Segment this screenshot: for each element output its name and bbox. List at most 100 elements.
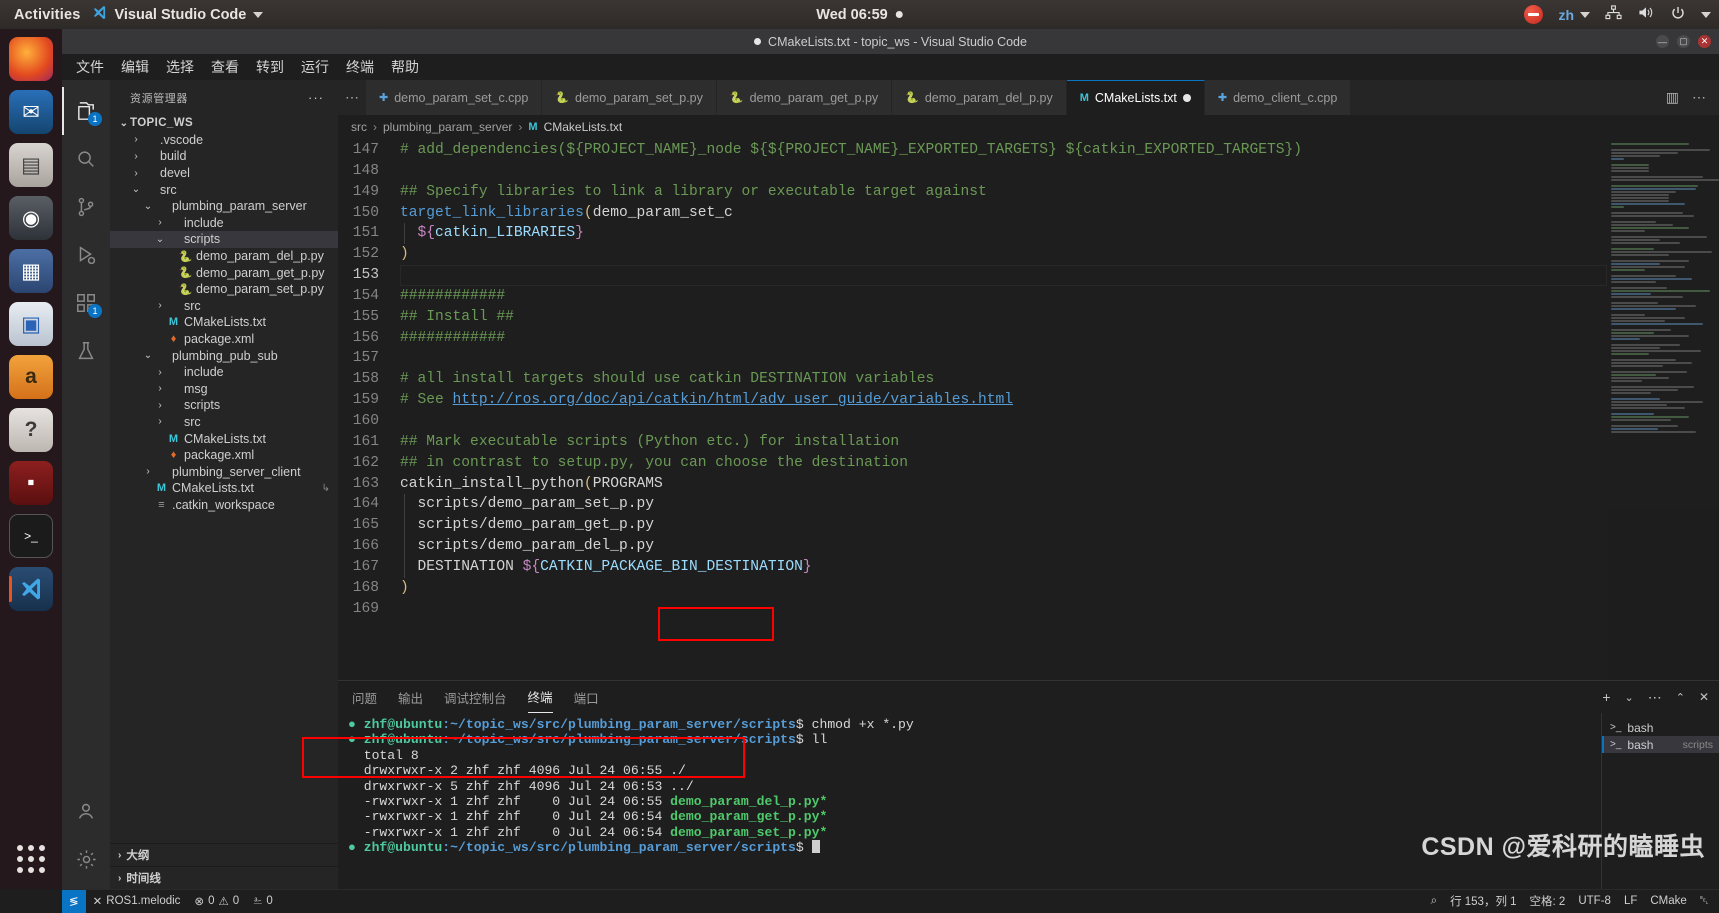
file-tree[interactable]: ⌄ TOPIC_WS › .vscode › build › devel ⌄ src ⌄ plum… <box>110 115 338 843</box>
new-terminal-icon[interactable]: + <box>1602 689 1610 705</box>
menu-file[interactable]: 文件 <box>76 57 104 77</box>
activity-manage-settings[interactable] <box>62 835 110 883</box>
dock-item-terminal[interactable]: >_ <box>9 514 53 558</box>
code-line[interactable]: 168) <box>338 578 1607 599</box>
power-icon[interactable] <box>1670 5 1686 25</box>
code-line[interactable]: 167 DESTINATION ${CATKIN_PACKAGE_BIN_DES… <box>338 557 1607 578</box>
activity-source-control[interactable] <box>62 183 110 231</box>
cursor-position[interactable]: 行 153，列 1 <box>1450 893 1516 909</box>
tree-item-src[interactable]: › src <box>110 414 338 431</box>
activity-accounts[interactable] <box>62 787 110 835</box>
close-panel-icon[interactable]: ✕ <box>1699 690 1709 704</box>
menu-view[interactable]: 查看 <box>211 57 239 77</box>
dock-item-rhythmbox[interactable]: ◉ <box>9 196 53 240</box>
code-line[interactable]: 158 # all install targets should use catk… <box>338 369 1607 390</box>
dock-item-libreoffice-writer[interactable]: ▣ <box>9 302 53 346</box>
eol-mode[interactable]: LF <box>1624 895 1637 907</box>
tree-item-package-xml[interactable]: ♦ package.xml <box>110 331 338 348</box>
tree-item-cmakelists-txt[interactable]: M CMakeLists.txt <box>110 314 338 331</box>
activity-extensions[interactable]: 1 <box>62 279 110 327</box>
menu-help[interactable]: 帮助 <box>391 57 419 77</box>
editor-tab-demo-param-set-c-cpp[interactable]: ✚ demo_param_set_c.cpp <box>366 80 543 115</box>
split-terminal-icon[interactable]: ⌄ <box>1625 691 1634 704</box>
editor-tab-demo-param-del-p-py[interactable]: 🐍 demo_param_del_p.py <box>892 80 1067 115</box>
indentation[interactable]: 空格: 2 <box>1530 893 1566 909</box>
tree-item--vscode[interactable]: › .vscode <box>110 132 338 149</box>
minimap-scrollbar[interactable] <box>1705 138 1719 680</box>
code-editor[interactable]: 147 # add_dependencies(${PROJECT_NAME}_no… <box>338 138 1719 680</box>
recording-indicator-icon[interactable] <box>1524 5 1544 24</box>
code-line[interactable]: 160 <box>338 411 1607 432</box>
tree-item-plumbing-pub-sub[interactable]: ⌄ plumbing_pub_sub <box>110 347 338 364</box>
code-line[interactable]: 152) <box>338 244 1607 265</box>
dock-item-vscode[interactable] <box>9 567 53 611</box>
breadcrumb-package[interactable]: plumbing_param_server <box>383 120 512 134</box>
breadcrumb-file[interactable]: CMakeLists.txt <box>544 120 623 134</box>
network-icon[interactable] <box>1605 5 1622 24</box>
activity-search[interactable] <box>62 135 110 183</box>
activity-testing[interactable] <box>62 327 110 375</box>
panel-tab-output[interactable]: 输出 <box>398 688 423 707</box>
tree-item-demo-param-get-p-py[interactable]: 🐍 demo_param_get_p.py <box>110 264 338 281</box>
menu-run[interactable]: 运行 <box>301 57 329 77</box>
breadcrumb-src[interactable]: src <box>351 120 367 134</box>
tree-item-demo-param-del-p-py[interactable]: 🐍 demo_param_del_p.py <box>110 248 338 265</box>
editor-tab-cmakelists-txt[interactable]: M CMakeLists.txt <box>1066 80 1205 115</box>
tree-item--catkin-workspace[interactable]: ≡ .catkin_workspace <box>110 497 338 514</box>
editor-tab-demo-param-set-p-py[interactable]: 🐍 demo_param_set_p.py <box>542 80 717 115</box>
tree-item-include[interactable]: › include <box>110 364 338 381</box>
tree-item-msg[interactable]: › msg <box>110 381 338 398</box>
input-method-indicator[interactable]: zh <box>1558 7 1590 23</box>
problems-status[interactable]: ⊗ 0 ⚠ 0 <box>187 894 246 908</box>
minimap[interactable] <box>1607 138 1719 680</box>
terminal-output[interactable]: ● zhf@ubuntu:~/topic_ws/src/plumbing_par… <box>338 713 1601 889</box>
tree-item-package-xml[interactable]: ♦ package.xml <box>110 447 338 464</box>
menu-go[interactable]: 转到 <box>256 57 284 77</box>
activity-run-and-debug[interactable] <box>62 231 110 279</box>
terminal-list-item-bash-2[interactable]: >_ bash scripts <box>1602 736 1719 753</box>
minimize-button[interactable]: — <box>1656 35 1669 48</box>
show-applications-button[interactable] <box>9 837 53 881</box>
editor-tab-demo-param-get-p-py[interactable]: 🐍 demo_param_get_p.py <box>716 80 893 115</box>
tree-item-cmakelists-txt[interactable]: M CMakeLists.txt <box>110 430 338 447</box>
code-line[interactable]: 164 scripts/demo_param_set_p.py <box>338 494 1607 515</box>
language-mode[interactable]: CMake <box>1650 895 1686 907</box>
editor-tab-demo-client-c-cpp[interactable]: ✚ demo_client_c.cpp <box>1204 80 1352 115</box>
panel-tab-problems[interactable]: 问题 <box>352 688 377 707</box>
volume-icon[interactable] <box>1637 5 1655 24</box>
tray-chevron-icon[interactable] <box>1701 11 1711 18</box>
tab-overflow-icon[interactable]: ⋯ <box>338 80 366 115</box>
code-line[interactable]: 150 target_link_libraries(demo_param_set_… <box>338 203 1607 224</box>
dock-item-files[interactable]: ▤ <box>9 143 53 187</box>
tree-item-src[interactable]: › src <box>110 298 338 315</box>
close-button[interactable]: ✕ <box>1698 35 1711 48</box>
tree-item-build[interactable]: › build <box>110 148 338 165</box>
explorer-more-actions-icon[interactable]: ··· <box>308 90 324 105</box>
section-timeline[interactable]: › 时间线 <box>110 866 338 889</box>
dock-item-ubuntu-software[interactable]: ▦ <box>9 249 53 293</box>
code-line[interactable]: 148 <box>338 161 1607 182</box>
tree-item-include[interactable]: › include <box>110 215 338 232</box>
tree-item-plumbing-server-client[interactable]: › plumbing_server_client <box>110 463 338 480</box>
code-line[interactable]: 165 scripts/demo_param_get_p.py <box>338 515 1607 536</box>
search-status-icon[interactable]: ⌕ <box>1431 895 1437 908</box>
code-line[interactable]: 162 ## in contrast to setup.py, you can c… <box>338 453 1607 474</box>
code-line[interactable]: 147 # add_dependencies(${PROJECT_NAME}_no… <box>338 140 1607 161</box>
dock-item-firefox[interactable]: f <box>9 37 53 81</box>
maximize-button[interactable]: ▢ <box>1677 35 1690 48</box>
code-line[interactable]: 149 ## Specify libraries to link a librar… <box>338 182 1607 203</box>
tree-item-scripts[interactable]: › scripts <box>110 397 338 414</box>
tree-item-plumbing-param-server[interactable]: ⌄ plumbing_param_server <box>110 198 338 215</box>
code-line[interactable]: 157 <box>338 348 1607 369</box>
code-line[interactable]: 161 ## Mark executable scripts (Python et… <box>338 432 1607 453</box>
activity-explorer[interactable]: 1 <box>62 87 110 135</box>
dock-item-amazon[interactable]: a <box>9 355 53 399</box>
code-line[interactable]: 166 scripts/demo_param_del_p.py <box>338 536 1607 557</box>
menu-edit[interactable]: 编辑 <box>121 57 149 77</box>
tree-root-topic-ws[interactable]: ⌄ TOPIC_WS <box>110 115 338 132</box>
split-editor-icon[interactable]: ▥ <box>1666 89 1679 106</box>
editor-more-actions-icon[interactable]: ⋯ <box>1692 89 1706 106</box>
terminal-list-item-bash-1[interactable]: >_ bash <box>1602 719 1719 736</box>
panel-tab-ports[interactable]: 端口 <box>574 688 599 707</box>
ros-version-status[interactable]: ✕ ROS1.melodic <box>86 894 188 908</box>
